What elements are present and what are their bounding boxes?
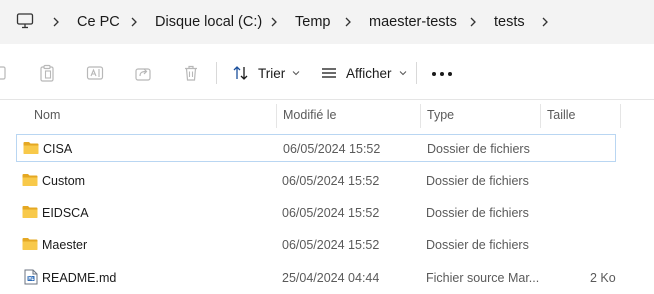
breadcrumb-temp[interactable]: Temp xyxy=(295,12,330,32)
column-divider[interactable] xyxy=(620,104,621,128)
toolbar-divider xyxy=(216,62,217,84)
file-modified: 06/05/2024 15:52 xyxy=(282,206,380,220)
breadcrumb-tests[interactable]: tests xyxy=(494,12,525,32)
file-name: Maester xyxy=(42,238,88,252)
file-name: EIDSCA xyxy=(42,206,89,220)
column-divider[interactable] xyxy=(276,104,277,128)
file-modified: 06/05/2024 15:52 xyxy=(283,142,381,156)
column-divider[interactable] xyxy=(420,104,421,128)
chevron-down-icon xyxy=(292,71,300,76)
file-modified: 06/05/2024 15:52 xyxy=(282,174,380,188)
paste-icon[interactable] xyxy=(38,64,56,82)
chevron-right-icon[interactable] xyxy=(342,12,354,32)
more-options-icon[interactable] xyxy=(432,72,452,76)
sort-icon xyxy=(233,66,248,80)
share-icon[interactable] xyxy=(134,64,152,82)
breadcrumb-ce-pc[interactable]: Ce PC xyxy=(77,12,120,32)
chevron-right-icon[interactable] xyxy=(128,12,140,32)
file-name: README.md xyxy=(42,271,117,285)
folder-icon xyxy=(23,142,39,154)
view-button[interactable]: Afficher xyxy=(320,58,415,88)
breadcrumb-maester-tests[interactable]: maester-tests xyxy=(369,12,457,32)
column-header-size[interactable]: Taille xyxy=(547,108,576,122)
chevron-right-icon[interactable] xyxy=(467,12,479,32)
column-header-name[interactable]: Nom xyxy=(34,108,60,122)
file-row-readme[interactable]: README.md 25/04/2024 04:44 Fichier sourc… xyxy=(16,264,616,292)
chevron-right-icon[interactable] xyxy=(50,12,62,32)
rename-icon[interactable] xyxy=(86,64,104,82)
file-type: Dossier de fichiers xyxy=(426,238,529,252)
chevron-right-icon[interactable] xyxy=(539,12,551,32)
file-type: Dossier de fichiers xyxy=(426,206,529,220)
file-name: Custom xyxy=(42,174,86,188)
folder-icon xyxy=(22,238,38,250)
toolbar-divider xyxy=(416,62,417,84)
folder-icon xyxy=(22,206,38,218)
file-modified: 25/04/2024 04:44 xyxy=(282,271,380,285)
folder-icon xyxy=(22,174,38,186)
file-modified: 06/05/2024 15:52 xyxy=(282,238,380,252)
column-headers: Nom Modifié le Type Taille xyxy=(0,100,654,130)
column-divider[interactable] xyxy=(540,104,541,128)
column-header-modified[interactable]: Modifié le xyxy=(283,108,337,122)
file-type: Dossier de fichiers xyxy=(427,142,530,156)
file-row-eidsca[interactable]: EIDSCA 06/05/2024 15:52 Dossier de fichi… xyxy=(16,199,616,227)
sort-label: Trier xyxy=(258,65,286,81)
file-name: CISA xyxy=(43,142,73,156)
chevron-right-icon[interactable] xyxy=(268,12,280,32)
computer-icon[interactable] xyxy=(16,12,34,30)
file-size: 2 Ko xyxy=(590,271,616,285)
file-row-cisa[interactable]: CISA 06/05/2024 15:52 Dossier de fichier… xyxy=(16,134,616,162)
command-bar: Trier Afficher xyxy=(0,44,654,100)
copy-icon[interactable] xyxy=(0,64,10,82)
chevron-down-icon xyxy=(399,71,406,76)
markdown-file-icon xyxy=(24,269,38,285)
view-label: Afficher xyxy=(346,65,392,81)
delete-icon[interactable] xyxy=(182,64,200,82)
address-bar: Ce PC Disque local (C:) Temp maester-tes… xyxy=(0,0,654,44)
file-row-maester[interactable]: Maester 06/05/2024 15:52 Dossier de fich… xyxy=(16,231,616,259)
view-list-icon xyxy=(322,68,336,78)
breadcrumb-disque-local[interactable]: Disque local (C:) xyxy=(155,12,262,32)
column-header-type[interactable]: Type xyxy=(427,108,454,122)
file-row-custom[interactable]: Custom 06/05/2024 15:52 Dossier de fichi… xyxy=(16,167,616,195)
sort-button[interactable]: Trier xyxy=(232,58,308,88)
file-type: Dossier de fichiers xyxy=(426,174,529,188)
file-type: Fichier source Mar... xyxy=(426,271,540,285)
